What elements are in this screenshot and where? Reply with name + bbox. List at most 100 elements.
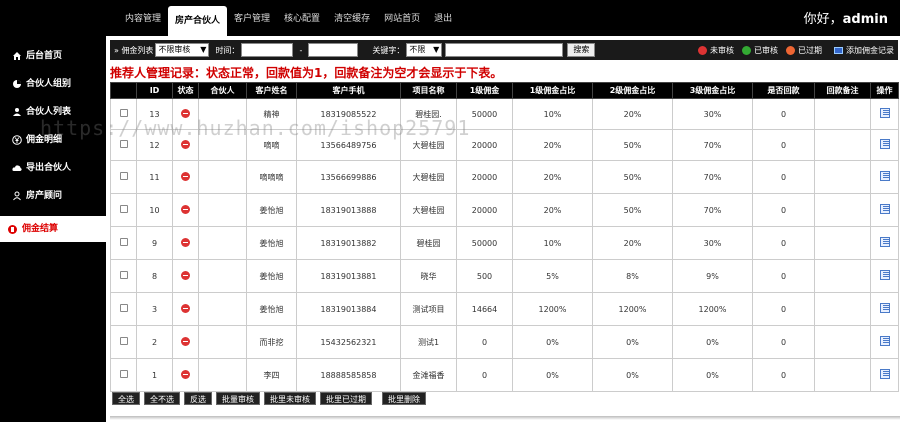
cell-level3-ratio: 1200%	[672, 292, 753, 326]
edit-icon[interactable]	[879, 270, 890, 280]
col-header-level2-ratio: 2级佣金占比	[592, 82, 673, 99]
row-checkbox[interactable]	[119, 205, 128, 213]
nav-core-config[interactable]: 核心配置	[277, 0, 327, 36]
cell-customer-name: 姜怡旭	[246, 292, 297, 326]
cell-customer-phone: 18319013884	[296, 292, 401, 326]
cell-partner	[198, 226, 247, 260]
col-header-level3-ratio: 3级佣金占比	[672, 82, 753, 99]
nav-logout[interactable]: 退出	[427, 0, 459, 36]
sidebar-item-label: 佣金明细	[26, 135, 63, 145]
legend-unreviewed: 未审核	[698, 45, 734, 56]
unreviewed-status-icon[interactable]	[181, 270, 190, 280]
cell-level1-ratio: 5%	[512, 259, 593, 293]
sidebar-item-commission-detail[interactable]: 佣金明细	[0, 126, 106, 154]
cell-payment-note	[814, 193, 871, 227]
batch-expired-button[interactable]: 批里已过期	[320, 392, 372, 405]
cell-level3-ratio: 70%	[672, 193, 753, 227]
table-row: 8 姜怡旭 18319013881 晓华 500 5% 8% 9% 0	[110, 259, 899, 293]
nav-property-partner[interactable]: 房产合伙人	[168, 6, 228, 36]
cell-partner	[198, 325, 247, 359]
unreviewed-status-icon[interactable]	[181, 139, 190, 149]
cell-partner	[198, 160, 247, 194]
cell-level1-ratio: 10%	[512, 226, 593, 260]
batch-delete-button[interactable]: 批里删除	[382, 392, 426, 405]
edit-icon[interactable]	[879, 336, 890, 346]
search-button[interactable]: 搜索	[567, 43, 596, 57]
keyword-label: 关键字：	[372, 45, 405, 55]
cell-customer-phone: 18888585858	[296, 358, 401, 392]
cell-level2-ratio: 0%	[592, 325, 673, 359]
edit-icon[interactable]	[879, 108, 890, 118]
edit-icon[interactable]	[879, 204, 890, 214]
username: admin	[842, 12, 888, 27]
nav-site-home[interactable]: 网站首页	[377, 0, 427, 36]
row-checkbox[interactable]	[119, 271, 128, 279]
legend-reviewed: 已审核	[742, 45, 778, 56]
col-header-level1-ratio: 1级佣金占比	[512, 82, 593, 99]
sidebar-item-export-partner[interactable]: 导出合伙人	[0, 154, 106, 182]
unreviewed-status-icon[interactable]	[181, 303, 190, 313]
add-commission-record-button[interactable]: 添加佣金记录	[834, 45, 894, 56]
sidebar-item-partner-list[interactable]: 合伙人列表	[0, 98, 106, 126]
row-checkbox[interactable]	[119, 172, 128, 180]
col-header-status: 状态	[172, 82, 199, 99]
row-checkbox[interactable]	[119, 238, 128, 246]
edit-icon[interactable]	[879, 369, 890, 379]
select-all-button[interactable]: 全选	[112, 392, 140, 405]
commission-list-label: » 佣金列表	[114, 45, 154, 55]
nav-content-manage[interactable]: 内容管理	[118, 0, 168, 36]
cell-project-name: 大碧桂园	[400, 160, 457, 194]
cell-level2-ratio: 20%	[592, 98, 673, 130]
row-checkbox[interactable]	[119, 337, 128, 345]
batch-unreview-button[interactable]: 批里未审核	[264, 392, 316, 405]
status-select[interactable]: 不限审核 ▼	[155, 43, 210, 57]
cell-customer-phone: 13566699886	[296, 160, 401, 194]
nav-clear-cache[interactable]: 清空缓存	[327, 0, 377, 36]
unreviewed-status-icon[interactable]	[181, 108, 190, 118]
start-date-input[interactable]	[241, 43, 294, 57]
cell-id: 12	[136, 129, 173, 161]
sidebar-item-dashboard[interactable]: 后台首页	[0, 42, 106, 70]
unreviewed-status-icon	[698, 45, 707, 55]
unreviewed-status-icon[interactable]	[181, 336, 190, 346]
cell-level1-ratio: 20%	[512, 129, 593, 161]
unreviewed-status-icon[interactable]	[181, 237, 190, 247]
row-checkbox[interactable]	[119, 109, 128, 117]
table-row: 11 嘀嘀嘀 13566699886 大碧桂园 20000 20% 50% 70…	[110, 160, 899, 194]
row-checkbox[interactable]	[119, 140, 128, 148]
cell-level1-commission: 20000	[456, 160, 513, 194]
row-checkbox[interactable]	[119, 370, 128, 378]
select-none-button[interactable]: 全不选	[144, 392, 180, 405]
invert-selection-button[interactable]: 反选	[184, 392, 212, 405]
cell-customer-name: 姜怡旭	[246, 226, 297, 260]
edit-icon[interactable]	[879, 237, 890, 247]
nav-customer-manage[interactable]: 客户管理	[227, 0, 277, 36]
cell-payment-returned: 0	[752, 226, 815, 260]
cell-id: 10	[136, 193, 173, 227]
unreviewed-status-icon[interactable]	[181, 204, 190, 214]
legend-reviewed-label: 已审核	[754, 45, 778, 55]
row-checkbox[interactable]	[119, 304, 128, 312]
edit-icon[interactable]	[879, 139, 890, 149]
sidebar-item-partner-groups[interactable]: 合伙人组别	[0, 70, 106, 98]
col-header-project-name: 项目名称	[400, 82, 457, 99]
cell-customer-name: 而非挖	[246, 325, 297, 359]
cell-level1-commission: 20000	[456, 129, 513, 161]
legend-expired-label: 已过期	[798, 45, 822, 55]
select-arrow-icon: ▼	[433, 45, 440, 54]
table-header-row: ID 状态 合伙人 客户姓名 客户手机 项目名称 1级佣金 1级佣金占比 2级佣…	[110, 82, 899, 99]
edit-icon[interactable]	[879, 303, 890, 313]
cell-project-name: 测试1	[400, 325, 457, 359]
edit-icon[interactable]	[879, 171, 890, 181]
col-header-id[interactable]: ID	[136, 82, 173, 99]
home-icon	[13, 52, 21, 60]
batch-review-button[interactable]: 批量审核	[216, 392, 260, 405]
keyword-type-select[interactable]: 不限 ▼	[406, 43, 443, 57]
unreviewed-status-icon[interactable]	[181, 369, 190, 379]
cell-payment-note	[814, 325, 871, 359]
sidebar-item-property-advisor[interactable]: 房产顾问	[0, 182, 106, 210]
keyword-input[interactable]	[445, 43, 564, 57]
unreviewed-status-icon[interactable]	[181, 171, 190, 181]
end-date-input[interactable]	[308, 43, 359, 57]
sidebar-item-commission-settle[interactable]: 佣金结算	[0, 216, 106, 242]
